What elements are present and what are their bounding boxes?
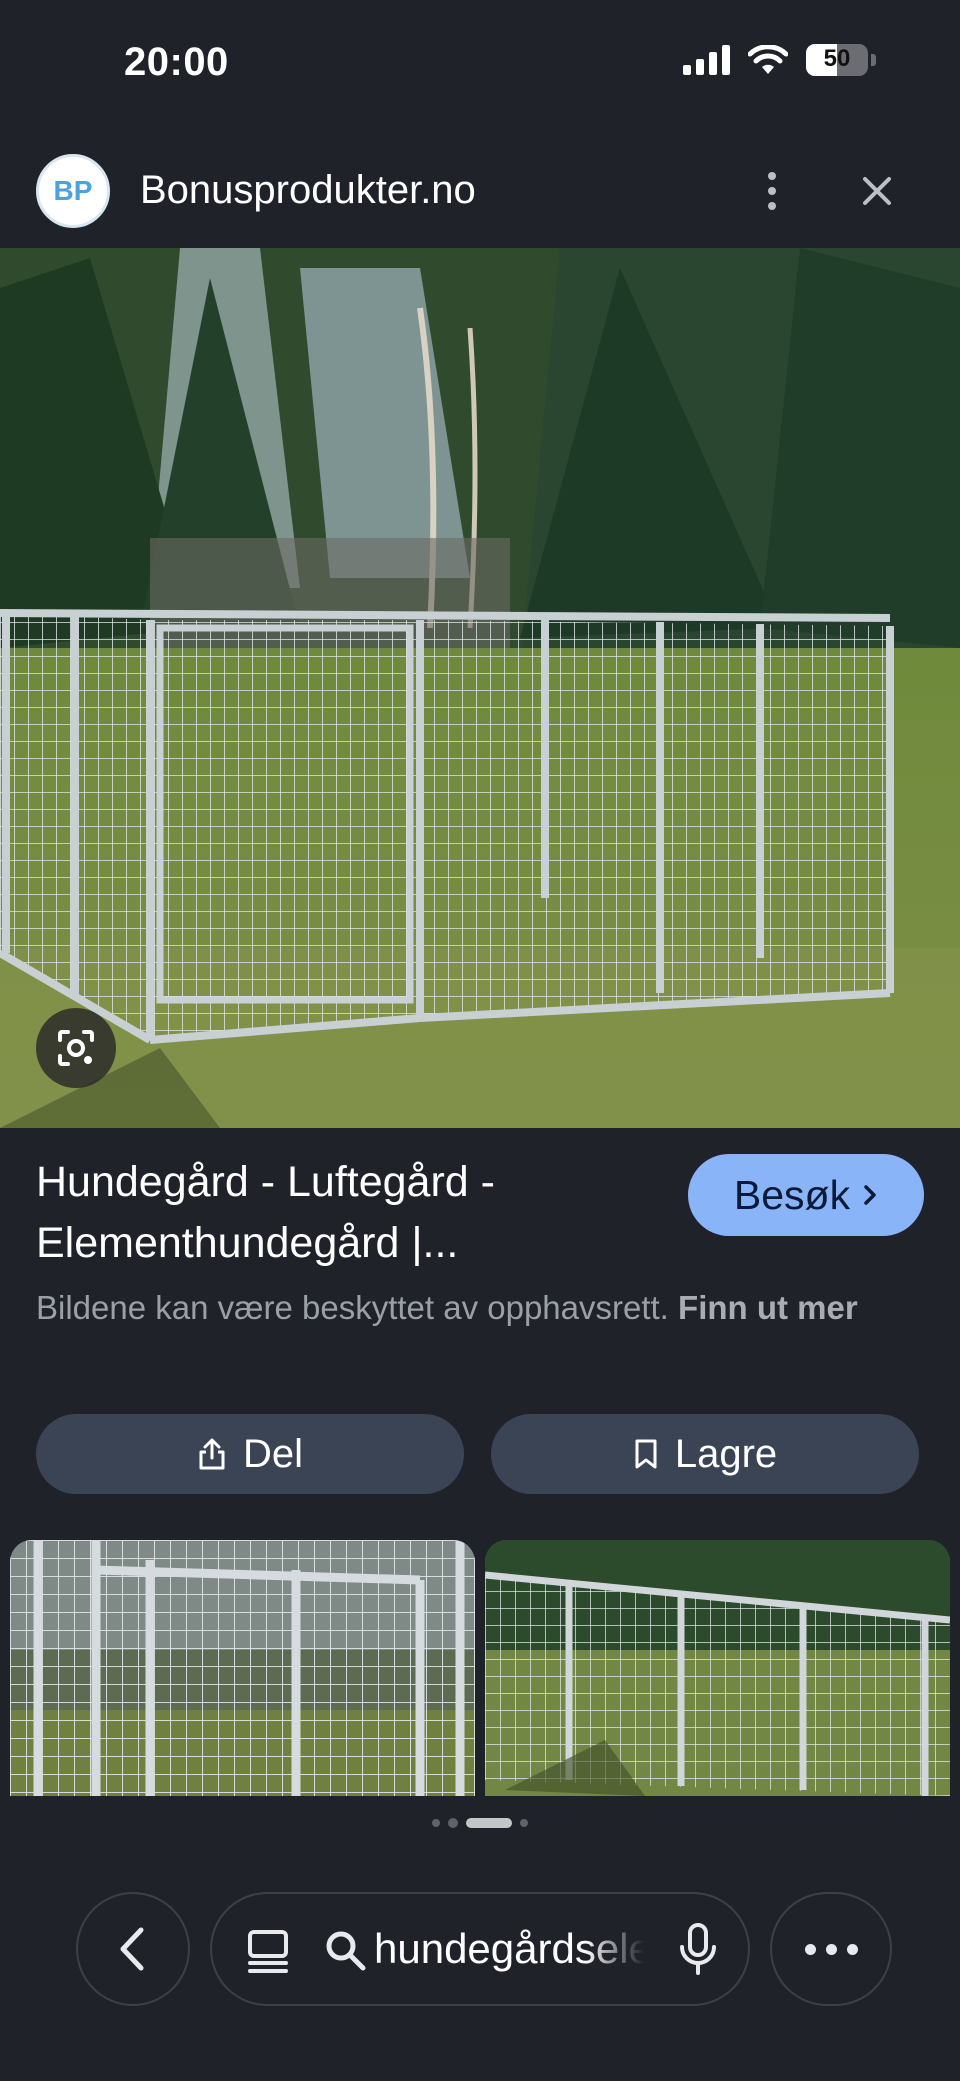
lens-icon xyxy=(58,1030,94,1066)
battery-icon: 50 xyxy=(806,44,868,76)
wifi-icon xyxy=(748,45,788,74)
site-header: BP Bonusprodukter.no xyxy=(0,146,960,236)
bookmark-icon xyxy=(635,1439,657,1469)
tabs-icon[interactable] xyxy=(244,1927,292,1975)
site-name[interactable]: Bonusprodukter.no xyxy=(140,168,476,213)
share-icon xyxy=(199,1438,225,1470)
status-bar: 20:00 50 xyxy=(0,0,960,130)
search-icon xyxy=(326,1931,366,1971)
carousel-dot-active xyxy=(466,1818,512,1828)
search-bar[interactable]: hundegårdselementer xyxy=(210,1892,750,2006)
share-label: Del xyxy=(242,1431,304,1476)
learn-more-link[interactable]: Finn ut mer xyxy=(678,1289,858,1326)
close-icon[interactable] xyxy=(852,166,902,216)
result-title[interactable]: Hundegård - Luftegård - Elementhundegård… xyxy=(36,1152,656,1274)
carousel-dot xyxy=(448,1818,458,1828)
related-image-1[interactable] xyxy=(10,1540,475,1796)
visit-label: Besøk xyxy=(733,1171,851,1218)
save-label: Lagre xyxy=(674,1431,778,1476)
status-icons: 50 xyxy=(683,44,876,76)
back-icon xyxy=(120,1927,144,1971)
main-image[interactable] xyxy=(0,248,960,1128)
copyright-text: Bildene kan være beskyttet av opphavsret… xyxy=(36,1289,669,1326)
save-button[interactable]: Lagre xyxy=(491,1414,919,1494)
more-horizontal-icon[interactable] xyxy=(770,1892,892,2006)
share-button[interactable]: Del xyxy=(36,1414,464,1494)
chevron-right-icon xyxy=(864,1185,876,1205)
site-avatar[interactable]: BP xyxy=(36,154,110,228)
copyright-notice: Bildene kan være beskyttet av opphavsret… xyxy=(36,1284,916,1332)
related-image-2[interactable] xyxy=(485,1540,950,1796)
search-query[interactable]: hundegårdselementer xyxy=(374,1925,644,1973)
mic-icon[interactable] xyxy=(678,1922,718,1976)
carousel-indicator xyxy=(0,1818,960,1828)
more-vertical-icon[interactable] xyxy=(754,166,790,216)
status-time: 20:00 xyxy=(124,40,229,84)
battery-level: 50 xyxy=(823,45,851,72)
back-button[interactable] xyxy=(76,1892,190,2006)
carousel-dot xyxy=(520,1819,528,1827)
lens-search-button[interactable] xyxy=(36,1008,116,1088)
cellular-signal-icon xyxy=(683,45,730,75)
visit-button[interactable]: Besøk xyxy=(688,1154,924,1236)
carousel-dot xyxy=(432,1819,440,1827)
battery-tip xyxy=(871,54,876,66)
